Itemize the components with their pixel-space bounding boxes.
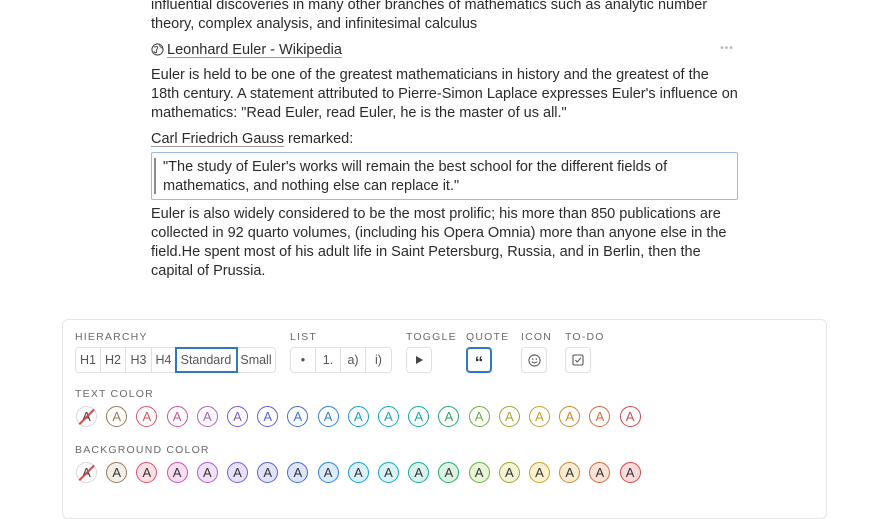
- toggle-label: TOGGLE: [406, 331, 457, 343]
- paragraph-prolific: Euler is also widely considered to be th…: [151, 206, 727, 279]
- hierarchy-h1[interactable]: H1: [76, 348, 101, 372]
- quote-bar: [154, 158, 156, 194]
- list-numbered[interactable]: 1.: [316, 348, 341, 372]
- smiley-icon: [527, 353, 541, 367]
- quote-block[interactable]: "The study of Euler's works will remain …: [151, 152, 738, 200]
- background-color-swatch-15[interactable]: A: [529, 462, 550, 483]
- list-lettered[interactable]: a): [341, 348, 366, 372]
- hierarchy-small[interactable]: Small: [237, 348, 275, 372]
- list-roman[interactable]: i): [366, 348, 391, 372]
- swatch-letter: A: [172, 409, 182, 424]
- background-color-swatch-0[interactable]: A: [76, 462, 97, 483]
- swatch-letter: A: [112, 409, 122, 424]
- hierarchy-h2[interactable]: H2: [101, 348, 126, 372]
- hierarchy-label: HIERARCHY: [75, 331, 148, 343]
- swatch-letter: A: [323, 409, 333, 424]
- swatch-letter: A: [565, 465, 575, 480]
- swatch-letter: A: [504, 409, 514, 424]
- todo-button[interactable]: [565, 347, 591, 373]
- swatch-letter: A: [353, 465, 363, 480]
- play-icon: [416, 356, 423, 364]
- background-color-swatch-13[interactable]: A: [468, 462, 490, 483]
- ellipsis-icon[interactable]: •••: [717, 40, 737, 58]
- swatch-letter: A: [233, 465, 242, 480]
- swatch-letter: A: [263, 409, 273, 424]
- swatch-letter: A: [444, 465, 454, 480]
- background-color-swatch-10[interactable]: A: [378, 462, 399, 483]
- text-color-swatch-15[interactable]: A: [529, 406, 550, 427]
- paragraph-gauss: Carl Friedrich Gauss remarked:: [151, 130, 741, 149]
- background-color-swatch-4[interactable]: A: [196, 462, 218, 483]
- swatch-letter: A: [202, 465, 212, 480]
- text-color-swatch-9[interactable]: A: [347, 406, 369, 427]
- swatch-letter: A: [293, 409, 303, 424]
- swatch-letter: A: [384, 409, 393, 424]
- swatch-letter: A: [504, 465, 514, 480]
- background-color-swatch-9[interactable]: A: [347, 462, 369, 483]
- text-color-swatch-8[interactable]: A: [317, 406, 339, 427]
- swatch-letter: A: [625, 465, 635, 480]
- paragraph-discoveries: influential discoveries in many other br…: [151, 0, 708, 32]
- swatch-letter: A: [112, 465, 122, 480]
- swatch-letter: A: [142, 465, 152, 480]
- swatch-letter: A: [202, 409, 212, 424]
- swatch-letter: A: [625, 409, 635, 424]
- swatch-letter: A: [293, 465, 303, 480]
- swatch-letter: A: [444, 409, 454, 424]
- swatch-letter: A: [565, 409, 575, 424]
- swatch-letter: A: [384, 465, 393, 480]
- quote-text: "The study of Euler's works will remain …: [163, 159, 668, 194]
- swatch-letter: A: [263, 465, 273, 480]
- todo-label: TO-DO: [565, 331, 605, 343]
- text-color-swatch-3[interactable]: A: [166, 406, 188, 427]
- text-color-swatch-10[interactable]: A: [378, 406, 399, 427]
- quote-icon: “: [474, 353, 484, 372]
- background-color-label: BACKGROUND COLOR: [75, 444, 210, 456]
- swatch-letter: A: [535, 409, 544, 424]
- list-bullet[interactable]: •: [291, 348, 316, 372]
- swatch-letter: A: [595, 465, 605, 480]
- text-color-swatch-5[interactable]: A: [227, 406, 248, 427]
- text-color-swatch-14[interactable]: A: [498, 406, 520, 427]
- background-color-swatch-5[interactable]: A: [227, 462, 248, 483]
- background-color-swatch-3[interactable]: A: [166, 462, 188, 483]
- hierarchy-h4[interactable]: H4: [152, 348, 176, 372]
- text-color-swatch-0[interactable]: A: [76, 406, 97, 427]
- swatch-letter: A: [414, 409, 424, 424]
- swatch-letter: A: [535, 465, 544, 480]
- swatch-letter: A: [233, 409, 242, 424]
- gauss-link[interactable]: Carl Friedrich Gauss: [151, 131, 284, 147]
- quote-button[interactable]: “: [466, 347, 492, 373]
- swatch-letter: A: [323, 465, 333, 480]
- checkbox-icon: [572, 354, 584, 366]
- gauss-remark: remarked:: [287, 131, 354, 147]
- text-color-label: TEXT COLOR: [75, 388, 154, 400]
- swatch-letter: A: [142, 409, 152, 424]
- hierarchy-standard[interactable]: Standard: [175, 347, 238, 373]
- background-color-swatch-18[interactable]: A: [619, 462, 641, 483]
- icon-label: ICON: [521, 331, 553, 343]
- background-color-swatch-8[interactable]: A: [317, 462, 339, 483]
- swatch-letter: A: [595, 409, 605, 424]
- hierarchy-segment: H1 H2 H3 H4 Standard Small: [75, 347, 276, 373]
- text-color-swatch-13[interactable]: A: [468, 406, 490, 427]
- background-color-swatch-14[interactable]: A: [498, 462, 520, 483]
- list-segment: • 1. a) i): [290, 347, 392, 373]
- globe-icon: [151, 43, 164, 56]
- icon-button[interactable]: [521, 347, 547, 373]
- text-color-swatch-4[interactable]: A: [196, 406, 218, 427]
- paragraph-greatest: Euler is held to be one of the greatest …: [151, 67, 738, 121]
- swatch-letter: A: [474, 409, 484, 424]
- wikipedia-link[interactable]: Leonhard Euler - Wikipedia: [167, 42, 342, 58]
- swatch-letter: A: [414, 465, 424, 480]
- list-label: LIST: [290, 331, 317, 343]
- quote-label: QUOTE: [466, 331, 510, 343]
- swatch-letter: A: [474, 465, 484, 480]
- toggle-button[interactable]: [406, 347, 432, 373]
- wikipedia-link-row[interactable]: Leonhard Euler - Wikipedia: [151, 41, 741, 60]
- swatch-letter: A: [353, 409, 363, 424]
- hierarchy-h3[interactable]: H3: [126, 348, 152, 372]
- swatch-letter: A: [172, 465, 182, 480]
- text-color-swatch-18[interactable]: A: [619, 406, 641, 427]
